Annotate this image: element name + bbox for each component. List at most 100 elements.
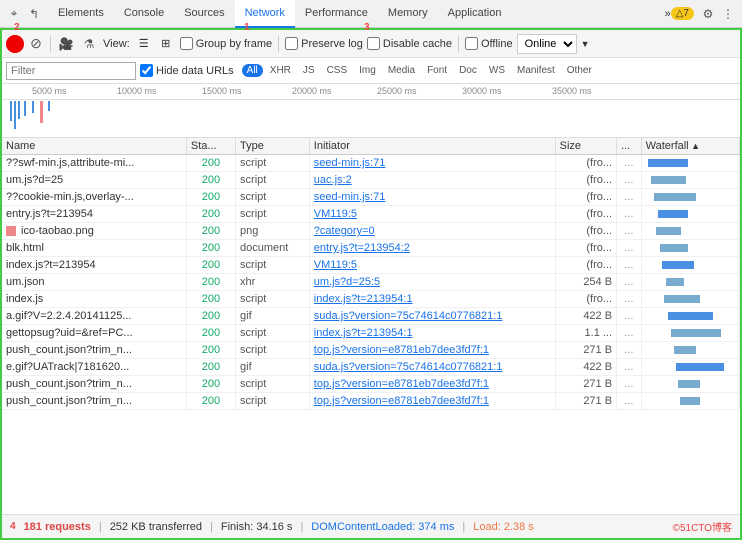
cell-size: 271 B: [555, 393, 616, 410]
cell-more[interactable]: ...: [617, 240, 642, 257]
cell-more[interactable]: ...: [617, 376, 642, 393]
table-row[interactable]: entry.js?t=213954 200 script VM119:5 (fr…: [2, 206, 740, 223]
filter-other[interactable]: Other: [562, 64, 597, 77]
filter-all[interactable]: All: [242, 64, 263, 77]
filter-xhr[interactable]: XHR: [265, 64, 296, 77]
cell-more[interactable]: ...: [617, 257, 642, 274]
group-by-frame-checkbox[interactable]: Group by frame: [180, 37, 272, 50]
cell-initiator[interactable]: VM119:5: [309, 206, 555, 223]
table-row[interactable]: index.js 200 script index.js?t=213954:1 …: [2, 291, 740, 308]
table-row[interactable]: ??swf-min.js,attribute-mi... 200 script …: [2, 155, 740, 172]
cell-initiator[interactable]: top.js?version=e8781eb7dee3fd7f:1: [309, 393, 555, 410]
cell-initiator[interactable]: suda.js?version=75c74614c0776821:1: [309, 308, 555, 325]
devtools-inspect-icon[interactable]: ↰: [24, 4, 44, 24]
cell-type: script: [236, 206, 310, 223]
table-row[interactable]: ??cookie-min.js,overlay-... 200 script s…: [2, 189, 740, 206]
col-header-initiator[interactable]: Initiator: [309, 138, 555, 155]
cell-initiator[interactable]: suda.js?version=75c74614c0776821:1: [309, 359, 555, 376]
offline-input[interactable]: [465, 37, 478, 50]
col-header-waterfall[interactable]: Waterfall: [641, 138, 739, 155]
record-button[interactable]: [6, 35, 24, 53]
cell-initiator[interactable]: seed-min.js:71: [309, 155, 555, 172]
network-table[interactable]: Name Sta... Type Initiator Size ... Wate…: [2, 138, 740, 518]
table-row[interactable]: um.js?d=25 200 script uac.js:2 (fro... .…: [2, 172, 740, 189]
filter-doc[interactable]: Doc: [454, 64, 482, 77]
timeline-area[interactable]: 5000 ms 10000 ms 15000 ms 20000 ms 25000…: [2, 84, 740, 138]
tab-sources[interactable]: Sources: [174, 0, 234, 28]
disable-cache-input[interactable]: [367, 37, 380, 50]
cell-initiator[interactable]: index.js?t=213954:1: [309, 291, 555, 308]
cell-name: push_count.json?trim_n...: [2, 342, 186, 359]
col-header-status[interactable]: Sta...: [186, 138, 235, 155]
table-row[interactable]: a.gif?V=2.2.4.20141125... 200 gif suda.j…: [2, 308, 740, 325]
filter-input[interactable]: [6, 62, 136, 80]
throttle-dropdown-arrow[interactable]: ▼: [581, 39, 590, 49]
table-row[interactable]: e.gif?UATrack|7181620... 200 gif suda.js…: [2, 359, 740, 376]
tab-elements[interactable]: Elements: [48, 0, 114, 28]
table-row[interactable]: push_count.json?trim_n... 200 script top…: [2, 393, 740, 410]
cell-type: script: [236, 189, 310, 206]
table-row[interactable]: index.js?t=213954 200 script VM119:5 (fr…: [2, 257, 740, 274]
preserve-log-input[interactable]: [285, 37, 298, 50]
cell-more[interactable]: ...: [617, 291, 642, 308]
settings-icon[interactable]: ⚙: [698, 4, 718, 24]
cell-initiator[interactable]: top.js?version=e8781eb7dee3fd7f:1: [309, 342, 555, 359]
more-tabs-button[interactable]: » △7 ⚙ ⋮: [665, 4, 738, 24]
filter-font[interactable]: Font: [422, 64, 452, 77]
tab-console[interactable]: Console: [114, 0, 174, 28]
cell-more[interactable]: ...: [617, 155, 642, 172]
table-row[interactable]: gettopsug?uid=&ref=PC... 200 script inde…: [2, 325, 740, 342]
preserve-log-checkbox[interactable]: Preserve log: [285, 37, 363, 50]
filter-ws[interactable]: WS: [484, 64, 510, 77]
filter-js[interactable]: JS: [298, 64, 320, 77]
more-icon[interactable]: ⋮: [718, 4, 738, 24]
cell-more[interactable]: ...: [617, 308, 642, 325]
disable-cache-checkbox[interactable]: Disable cache: [367, 37, 452, 50]
cell-initiator[interactable]: ?category=0: [309, 223, 555, 240]
cell-initiator[interactable]: index.js?t=213954:1: [309, 325, 555, 342]
clear-button[interactable]: ⊘: [27, 35, 45, 53]
cell-initiator[interactable]: VM119:5: [309, 257, 555, 274]
col-header-more[interactable]: ...: [617, 138, 642, 155]
network-throttle-select[interactable]: Online: [517, 34, 577, 54]
filter-manifest[interactable]: Manifest: [512, 64, 560, 77]
table-row[interactable]: push_count.json?trim_n... 200 script top…: [2, 342, 740, 359]
grid-view-icon[interactable]: ⊞: [158, 36, 174, 52]
col-header-size[interactable]: Size: [555, 138, 616, 155]
table-row[interactable]: ico-taobao.png 200 png ?category=0 (fro.…: [2, 223, 740, 240]
cell-initiator[interactable]: entry.js?t=213954:2: [309, 240, 555, 257]
cell-more[interactable]: ...: [617, 223, 642, 240]
tab-application[interactable]: Application: [438, 0, 512, 28]
filter-media[interactable]: Media: [383, 64, 420, 77]
col-header-name[interactable]: Name: [2, 138, 186, 155]
table-row[interactable]: um.json 200 xhr um.js?d=25:5 254 B ...: [2, 274, 740, 291]
tab-memory[interactable]: Memory: [378, 0, 438, 28]
table-row[interactable]: push_count.json?trim_n... 200 script top…: [2, 376, 740, 393]
camera-icon[interactable]: 🎥: [56, 34, 76, 54]
cell-waterfall: [641, 240, 739, 257]
hide-data-urls-checkbox[interactable]: Hide data URLs: [140, 64, 234, 77]
cell-more[interactable]: ...: [617, 393, 642, 410]
col-header-type[interactable]: Type: [236, 138, 310, 155]
table-row[interactable]: blk.html 200 document entry.js?t=213954:…: [2, 240, 740, 257]
group-by-frame-input[interactable]: [180, 37, 193, 50]
cell-initiator[interactable]: top.js?version=e8781eb7dee3fd7f:1: [309, 376, 555, 393]
cell-more[interactable]: ...: [617, 359, 642, 376]
filter-css[interactable]: CSS: [322, 64, 353, 77]
hide-data-urls-input[interactable]: [140, 64, 153, 77]
cell-more[interactable]: ...: [617, 189, 642, 206]
cell-more[interactable]: ...: [617, 325, 642, 342]
list-view-icon[interactable]: ☰: [136, 36, 152, 52]
cell-more[interactable]: ...: [617, 342, 642, 359]
cell-initiator[interactable]: seed-min.js:71: [309, 189, 555, 206]
cell-more[interactable]: ...: [617, 274, 642, 291]
cell-more[interactable]: ...: [617, 172, 642, 189]
filter-img[interactable]: Img: [354, 64, 381, 77]
devtools-pointer-icon[interactable]: ⌖: [4, 4, 24, 24]
offline-checkbox[interactable]: Offline: [465, 37, 513, 50]
cell-initiator[interactable]: uac.js:2: [309, 172, 555, 189]
cell-more[interactable]: ...: [617, 206, 642, 223]
cell-initiator[interactable]: um.js?d=25:5: [309, 274, 555, 291]
filter-icon[interactable]: ⚗: [79, 34, 99, 54]
cell-name: ??cookie-min.js,overlay-...: [2, 189, 186, 206]
